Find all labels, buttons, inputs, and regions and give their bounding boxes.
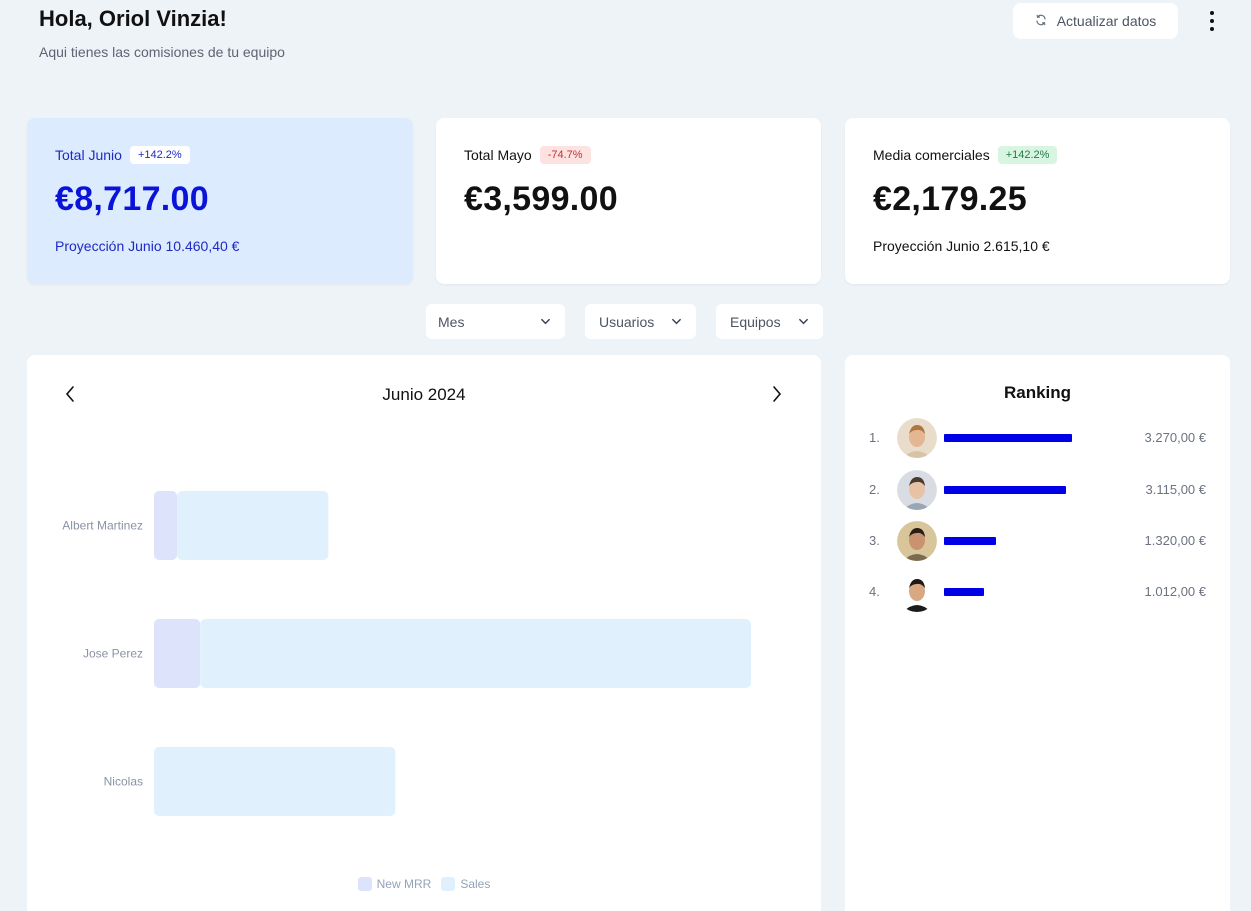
kpi-card-total-mayo: Total Mayo -74.7% €3,599.00 <box>436 118 821 284</box>
ranking-amount: 3.270,00 € <box>1144 430 1206 445</box>
bar-sales[interactable] <box>177 491 329 560</box>
users-select-value: Usuarios <box>599 313 655 330</box>
refresh-data-button[interactable]: Actualizar datos <box>1013 3 1178 39</box>
legend-label: New MRR <box>376 877 432 891</box>
bar-new-mrr[interactable] <box>154 619 201 688</box>
rank-number: 3. <box>869 533 880 548</box>
ranking-amount: 1.320,00 € <box>1144 533 1206 548</box>
page-subtitle: Aqui tienes las comisiones de tu equipo <box>39 44 285 60</box>
kpi-label: Media comerciales <box>873 147 990 163</box>
stacked-bar-chart: Albert Martinez Jose Perez Nicolas <box>62 491 751 816</box>
rank-number: 2. <box>869 482 880 497</box>
kpi-change-badge: +142.2% <box>997 146 1058 164</box>
kpi-card-total-junio: Total Junio +142.2% €8,717.00 Proyección… <box>27 118 413 284</box>
ranking-row[interactable]: 3. 1.320,00 € <box>845 520 1230 562</box>
ranking-card: Ranking 1. 3.270,00 € 2. 3.115,00 € 3. 1.320,… <box>845 355 1230 911</box>
avatar <box>897 521 937 561</box>
kpi-value: €8,717.00 <box>55 180 209 218</box>
kpi-projection: Proyección Junio 2.615,10 € <box>873 238 1050 254</box>
commissions-chart-card: Junio 2024 Albert Martinez Jose Perez Nico… <box>27 355 821 911</box>
chevron-down-icon <box>540 314 551 330</box>
refresh-data-label: Actualizar datos <box>1056 13 1157 29</box>
category-label: Jose Perez <box>83 647 143 661</box>
kpi-change-badge: +142.2% <box>129 146 190 164</box>
legend-swatch <box>357 877 372 891</box>
avatar <box>897 572 937 612</box>
legend-swatch <box>441 877 456 891</box>
period-select[interactable]: Mes <box>426 304 565 339</box>
avatar <box>897 470 937 510</box>
more-options-icon[interactable] <box>1200 8 1224 34</box>
refresh-icon <box>1035 13 1047 29</box>
rank-number: 1. <box>869 430 880 445</box>
ranking-row[interactable]: 1. 3.270,00 € <box>845 417 1230 459</box>
ranking-bar <box>944 588 984 596</box>
ranking-bar <box>944 486 1066 494</box>
kpi-value: €3,599.00 <box>464 180 618 218</box>
ranking-row[interactable]: 2. 3.115,00 € <box>845 469 1230 511</box>
teams-select-value: Equipos <box>730 313 781 330</box>
kpi-card-media-comerciales: Media comerciales +142.2% €2,179.25 Proy… <box>845 118 1230 284</box>
legend-label: Sales <box>460 877 491 891</box>
users-select[interactable]: Usuarios <box>585 304 696 339</box>
kpi-value: €2,179.25 <box>873 180 1027 218</box>
bar-sales[interactable] <box>200 619 751 688</box>
avatar <box>897 418 937 458</box>
chart-legend: New MRR Sales <box>27 877 821 891</box>
chevron-down-icon <box>798 314 809 330</box>
teams-select[interactable]: Equipos <box>716 304 823 339</box>
category-label: Nicolas <box>104 775 143 789</box>
legend-item[interactable]: Sales <box>441 877 490 891</box>
kpi-label: Total Junio <box>55 147 122 163</box>
kpi-change-badge: -74.7% <box>539 146 591 164</box>
legend-item[interactable]: New MRR <box>357 877 432 891</box>
ranking-row[interactable]: 4. 1.012,00 € <box>845 571 1230 613</box>
page-title: Hola, Oriol Vinzia! <box>39 6 227 31</box>
bar-new-mrr[interactable] <box>154 491 178 560</box>
kpi-label: Total Mayo <box>464 147 532 163</box>
period-select-value: Mes <box>438 313 465 330</box>
rank-number: 4. <box>869 584 880 599</box>
ranking-amount: 3.115,00 € <box>1145 482 1206 497</box>
kpi-projection: Proyección Junio 10.460,40 € <box>55 238 240 254</box>
bar-sales[interactable] <box>154 747 396 816</box>
ranking-title: Ranking <box>1003 383 1072 402</box>
ranking-bar <box>944 434 1072 442</box>
ranking-amount: 1.012,00 € <box>1144 584 1206 599</box>
ranking-bar <box>944 537 996 545</box>
category-label: Albert Martinez <box>62 519 143 533</box>
chevron-down-icon <box>671 314 682 330</box>
